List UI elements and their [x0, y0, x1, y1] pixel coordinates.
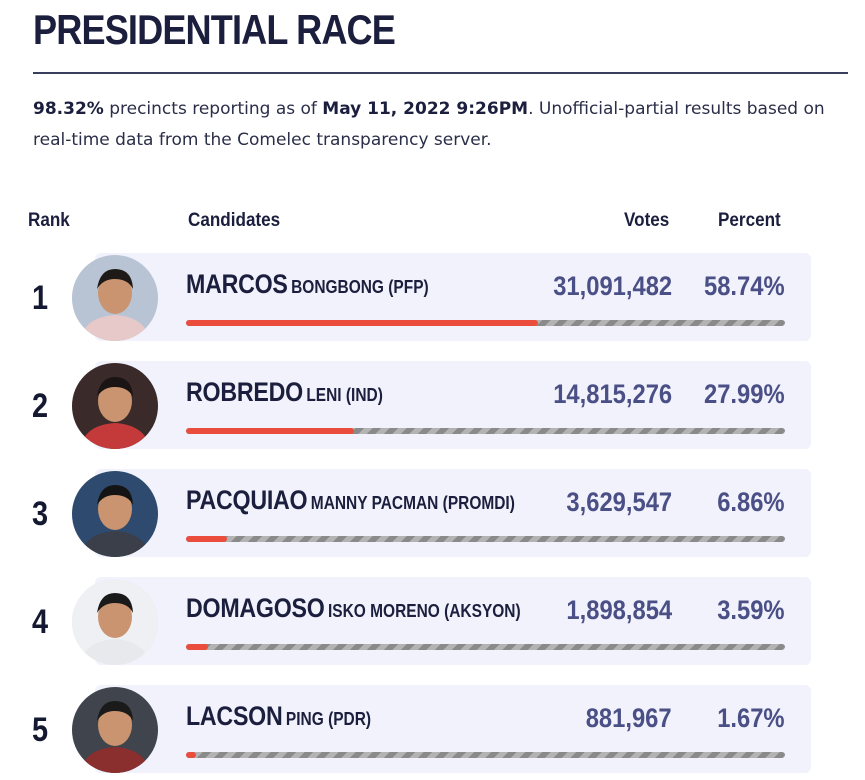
candidate-given-name-party: ISKO MORENO (AKSYON)	[327, 601, 521, 621]
candidate-percent: 27.99%	[704, 379, 785, 409]
candidate-percent: 58.74%	[704, 271, 785, 301]
title-divider	[33, 72, 848, 74]
vote-share-bar-fill	[186, 752, 196, 758]
candidate-surname: LACSON	[186, 701, 283, 731]
candidate-portrait	[72, 579, 158, 665]
portrait-photo-icon	[72, 363, 158, 449]
column-header-candidates: Candidates	[188, 210, 281, 231]
candidate-percent: 1.67%	[717, 703, 785, 733]
candidate-rank: 2	[32, 387, 49, 425]
portrait-photo-icon	[72, 687, 158, 773]
candidate-name: DOMAGOSO ISKO MORENO (AKSYON)	[186, 593, 521, 624]
candidate-name: LACSON PING (PDR)	[186, 701, 371, 732]
vote-share-bar	[186, 644, 785, 650]
candidate-portrait	[72, 255, 158, 341]
candidate-rank: 5	[32, 711, 49, 749]
column-header-percent: Percent	[718, 210, 781, 231]
candidate-rank: 1	[32, 279, 49, 317]
candidate-given-name-party: MANNY PACMAN (PROMDI)	[310, 493, 515, 513]
results-summary: 98.32% precincts reporting as of May 11,…	[33, 94, 848, 156]
candidate-given-name-party: LENI (IND)	[306, 385, 383, 405]
vote-share-bar-fill	[186, 428, 354, 434]
candidate-surname: PACQUIAO	[186, 485, 308, 515]
candidate-row-2[interactable]: 2 ROBREDO LENI (IND) 14,815,276 27.99%	[0, 361, 865, 451]
vote-share-bar	[186, 428, 785, 434]
vote-share-bar	[186, 752, 785, 758]
candidate-rank: 4	[32, 603, 49, 641]
vote-share-bar	[186, 536, 785, 542]
candidate-portrait	[72, 471, 158, 557]
portrait-photo-icon	[72, 471, 158, 557]
candidate-name: MARCOS BONGBONG (PFP)	[186, 269, 429, 300]
vote-share-bar-fill	[186, 320, 538, 326]
candidate-surname: MARCOS	[186, 269, 288, 299]
candidate-portrait	[72, 687, 158, 773]
portrait-photo-icon	[72, 579, 158, 665]
candidate-votes: 3,629,547	[566, 487, 672, 517]
candidate-row-4[interactable]: 4 DOMAGOSO ISKO MORENO (AKSYON) 1,898,854…	[0, 577, 865, 667]
precincts-reporting-pct: 98.32%	[33, 99, 104, 119]
column-header-votes: Votes	[624, 210, 670, 231]
candidate-name: ROBREDO LENI (IND)	[186, 377, 383, 408]
candidate-row-1[interactable]: 1 MARCOS BONGBONG (PFP) 31,091,482 58.74%	[0, 253, 865, 343]
vote-share-bar-fill	[186, 536, 227, 542]
candidate-portrait	[72, 363, 158, 449]
candidate-surname: DOMAGOSO	[186, 593, 325, 623]
summary-text-1: precincts reporting as of	[103, 99, 323, 119]
vote-share-bar	[186, 320, 785, 326]
candidate-votes: 14,815,276	[553, 379, 672, 409]
candidate-votes: 881,967	[586, 703, 672, 733]
as-of-timestamp: May 11, 2022 9:26PM	[322, 99, 529, 119]
column-header-rank: Rank	[28, 210, 70, 231]
candidate-votes: 31,091,482	[553, 271, 672, 301]
candidate-percent: 3.59%	[717, 595, 785, 625]
candidate-surname: ROBREDO	[186, 377, 303, 407]
vote-share-bar-fill	[186, 644, 208, 650]
portrait-photo-icon	[72, 255, 158, 341]
candidate-percent: 6.86%	[717, 487, 785, 517]
page-title: PRESIDENTIAL RACE	[33, 6, 396, 53]
candidate-row-5[interactable]: 5 LACSON PING (PDR) 881,967 1.67%	[0, 685, 865, 775]
candidate-rank: 3	[32, 495, 49, 533]
candidate-given-name-party: PING (PDR)	[285, 709, 372, 729]
candidate-given-name-party: BONGBONG (PFP)	[291, 277, 429, 297]
candidate-votes: 1,898,854	[566, 595, 672, 625]
candidate-row-3[interactable]: 3 PACQUIAO MANNY PACMAN (PROMDI) 3,629,54…	[0, 469, 865, 559]
candidate-name: PACQUIAO MANNY PACMAN (PROMDI)	[186, 485, 515, 516]
